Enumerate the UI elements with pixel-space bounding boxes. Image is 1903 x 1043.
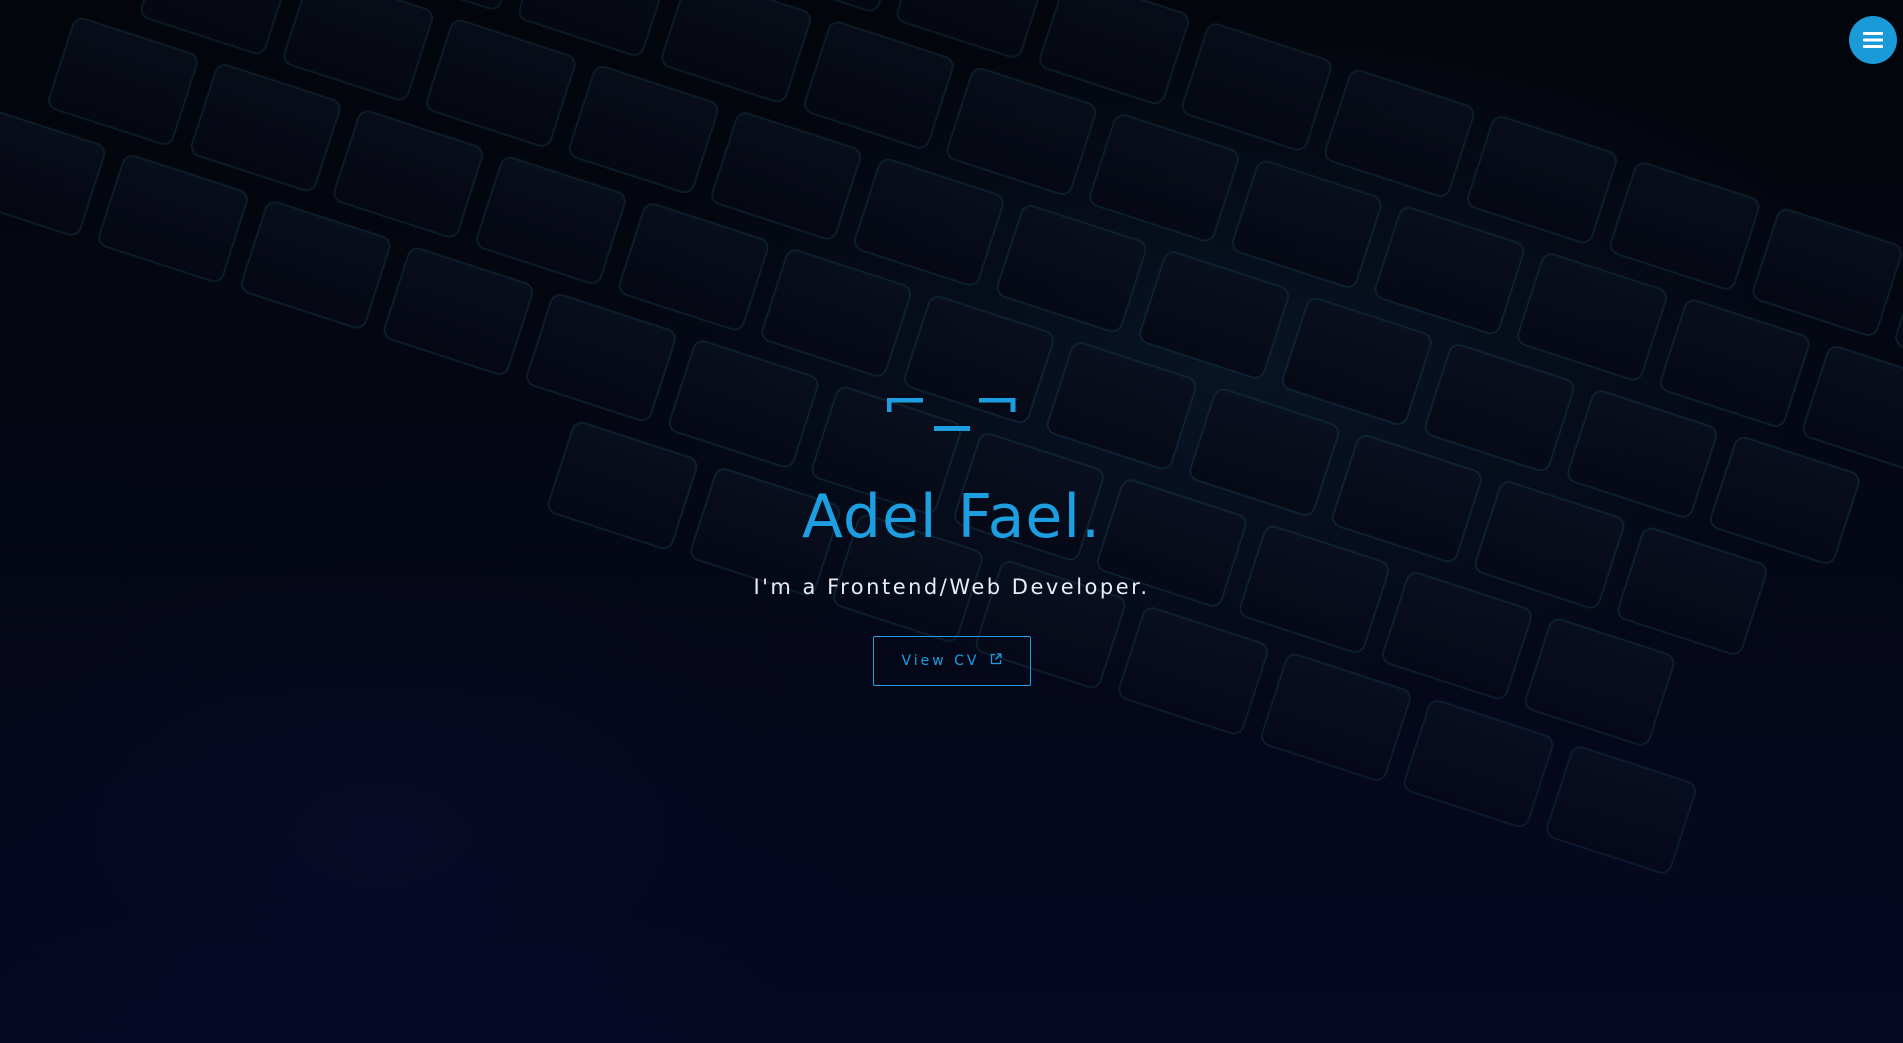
external-link-icon (990, 653, 1002, 669)
hero-name: Adel Fael. (801, 482, 1102, 552)
hamburger-menu-icon (1863, 31, 1883, 49)
hero-content: Adel Fael. I'm a Frontend/Web Developer.… (0, 398, 1903, 686)
hamburger-menu-button[interactable] (1849, 16, 1897, 64)
bracket-logo-icon (0, 398, 1903, 438)
hero-section: Adel Fael. I'm a Frontend/Web Developer.… (0, 0, 1903, 1043)
hero-tagline: I'm a Frontend/Web Developer. (753, 575, 1150, 599)
view-cv-button[interactable]: View CV (872, 636, 1031, 686)
view-cv-label: View CV (901, 653, 980, 669)
